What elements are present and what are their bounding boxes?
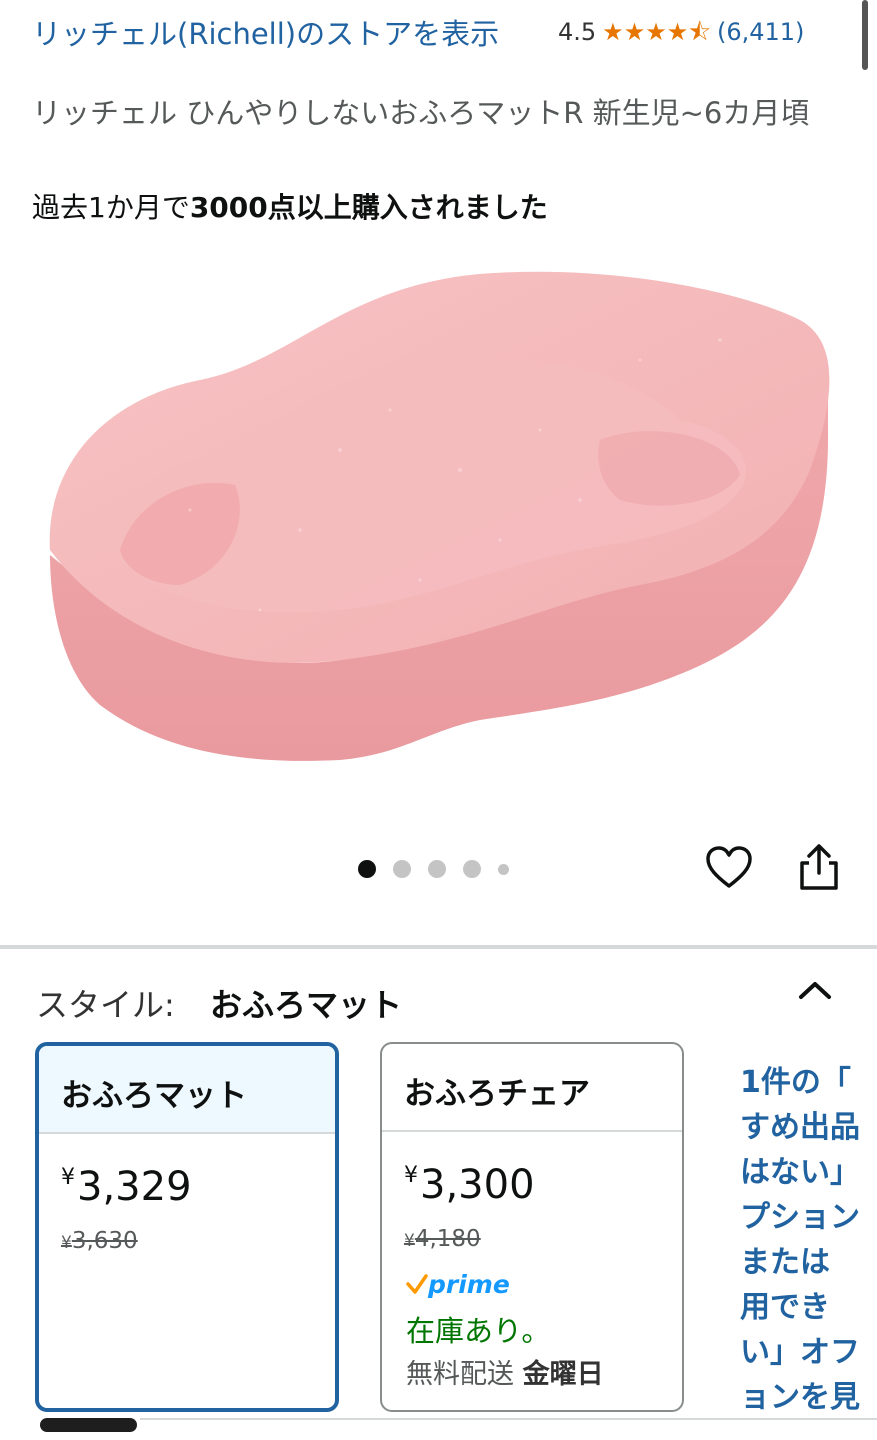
option-price: ¥3,329 (61, 1164, 192, 1210)
purchase-note-prefix: 過去1か月で (32, 191, 190, 224)
delivery-day: 金曜日 (522, 1359, 604, 1390)
prime-check-icon (406, 1273, 428, 1294)
image-pagination[interactable] (358, 860, 509, 878)
style-value: おふろマット (210, 986, 403, 1024)
option-price: ¥3,300 (404, 1162, 535, 1208)
chevron-up-icon[interactable] (795, 975, 835, 1005)
option-name: おふろチェア (382, 1044, 682, 1132)
star-icon: ★ (623, 18, 646, 46)
share-icon[interactable] (795, 843, 843, 893)
heart-icon[interactable] (704, 843, 754, 893)
purchase-note: 過去1か月で3000点以上購入されました (32, 188, 548, 228)
bottom-handle[interactable] (40, 1418, 137, 1432)
style-option-bath-chair[interactable]: おふろチェア ¥3,300 ¥4,180 prime 在庫あり。 無料配送 金曜… (380, 1042, 684, 1412)
star-icon: ★ (645, 18, 667, 46)
store-link[interactable]: リッチェル(Richell)のストアを表示 (32, 14, 532, 54)
rating-stars: ★ ★ ★ ★ ⯪ (602, 20, 711, 44)
rating-summary[interactable]: 4.5 ★ ★ ★ ★ ⯪ (6,411) (558, 14, 804, 50)
style-label: スタイル: (36, 986, 175, 1024)
pagination-dot[interactable] (463, 860, 481, 878)
prime-badge: prime (406, 1270, 510, 1299)
option-name: おふろマット (39, 1046, 335, 1134)
delivery-info: 無料配送 金曜日 (406, 1359, 604, 1390)
star-icon: ★ (666, 18, 689, 46)
option-list-price: ¥4,180 (404, 1226, 481, 1252)
pagination-dot[interactable] (428, 860, 446, 878)
pagination-dot[interactable] (498, 863, 509, 875)
bottom-divider (140, 1418, 877, 1420)
product-title: リッチェル ひんやりしないおふろマットR 新生児~6カ月頃 (32, 96, 810, 130)
option-list-price: ¥3,630 (61, 1228, 138, 1254)
section-divider (0, 945, 877, 949)
rating-count[interactable]: (6,411) (717, 18, 804, 46)
stock-status: 在庫あり。 (406, 1314, 551, 1348)
scrollbar[interactable] (862, 0, 868, 70)
pagination-dot-active[interactable] (358, 860, 376, 878)
more-offers-link[interactable]: 1件の「 すめ出品 はない」 プション または 用でき い」オフ ョンを見 (740, 1060, 877, 1420)
purchase-note-count: 3000点以上購入されました (189, 191, 548, 224)
rating-value: 4.5 (558, 18, 597, 46)
style-option-bath-mat[interactable]: おふろマット ¥3,329 ¥3,630 (35, 1042, 339, 1412)
pagination-dot[interactable] (393, 860, 411, 878)
star-icon: ★ (602, 18, 624, 46)
product-image[interactable] (40, 250, 840, 790)
star-half-icon: ⯪ (688, 18, 711, 46)
prime-label: prime (428, 1270, 510, 1299)
